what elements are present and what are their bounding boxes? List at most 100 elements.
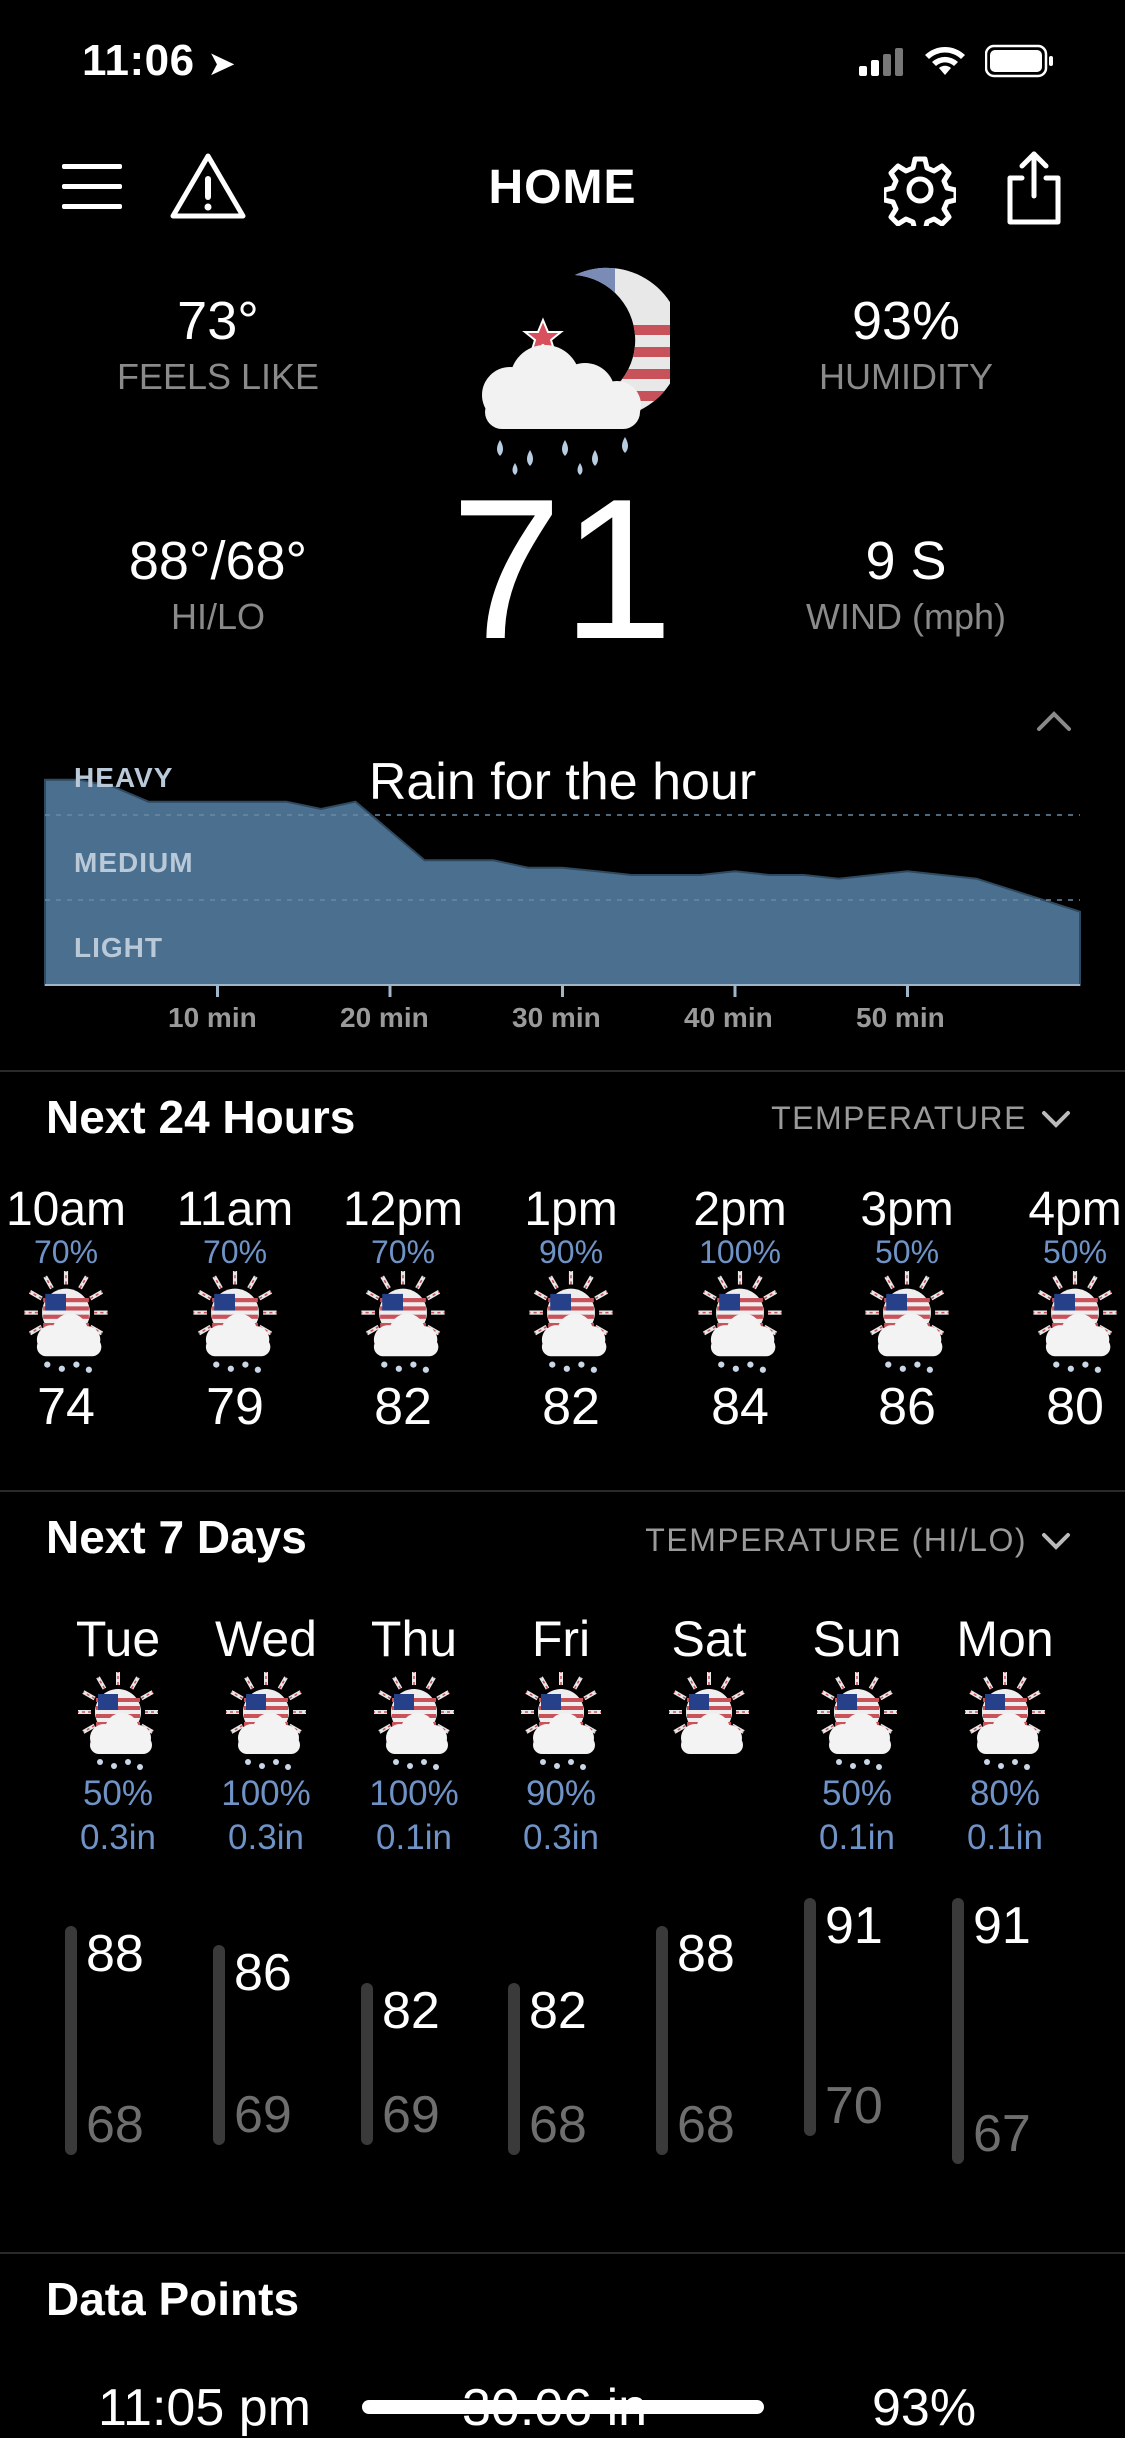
hour-icon-wrap [1023, 1271, 1125, 1375]
rain-chart: HEAVY MEDIUM LIGHT Rain for the hour 10 … [0, 740, 1125, 1040]
day-high-temp: 91 [973, 1896, 1031, 1955]
day-amount: 0.3in [523, 1818, 599, 1857]
wind-label: WIND (mph) [806, 596, 1006, 637]
day-precip: 50% [82, 1774, 154, 1813]
daily-item[interactable]: Mon 80% 0.1in [931, 1610, 1079, 1860]
hour-time: 4pm [1028, 1183, 1122, 1236]
day-icon-wrap [511, 1672, 611, 1772]
day-high-temp: 82 [529, 1981, 587, 2040]
day-precip: 90% [525, 1774, 597, 1813]
hourly-item[interactable]: 4pm 50% 80 [991, 1185, 1125, 1437]
hour-icon-wrap [855, 1271, 959, 1375]
hourly-item[interactable]: 1pm 90% 82 [487, 1185, 655, 1437]
hour-time: 1pm [524, 1183, 618, 1236]
humidity-value: 93% [851, 291, 961, 351]
temp-range-bar [952, 1897, 964, 2164]
hourly-item[interactable]: 11am 70% 79 [151, 1185, 319, 1437]
day-low-temp: 70 [825, 2076, 883, 2135]
daily-item[interactable]: Thu 100% 0.1in [340, 1610, 488, 1860]
hour-temp: 82 [542, 1378, 600, 1436]
daily-item[interactable]: Wed 100% 0.3in [192, 1610, 340, 1860]
hourly-selector-label: TEMPERATURE [771, 1100, 1027, 1136]
battery-icon [985, 44, 1053, 78]
hour-precip: 70% [202, 1234, 268, 1270]
hour-icon-wrap [14, 1271, 118, 1375]
rain-tick-40: 40 min [684, 1002, 773, 1033]
divider [0, 2252, 1125, 2254]
sun-rain-cloud-icon [361, 1271, 445, 1373]
hour-icon-wrap [519, 1271, 623, 1375]
hour-temp: 86 [878, 1378, 936, 1436]
hour-precip: 100% [699, 1234, 781, 1270]
day-name: Thu [370, 1611, 458, 1667]
day-icon-wrap [659, 1672, 759, 1772]
temp-range-bar [65, 1926, 77, 2155]
day-precip: 100% [221, 1774, 311, 1813]
share-icon[interactable] [1004, 150, 1064, 226]
wind-stat: 9 S WIND (mph) [716, 530, 1096, 638]
day-high-temp: 86 [234, 1943, 292, 2002]
hourly-metric-selector[interactable]: TEMPERATURE [771, 1100, 1071, 1137]
settings-gear-icon[interactable] [884, 154, 956, 226]
hour-precip: 90% [538, 1234, 604, 1270]
daily-item[interactable]: Tue 50% 0.3in [44, 1610, 192, 1860]
sun-rain-cloud-icon [374, 1672, 454, 1770]
hourly-item[interactable]: 10am 70% 74 [0, 1185, 150, 1437]
day-low-temp: 67 [973, 2105, 1031, 2163]
day-precip: 50% [821, 1774, 893, 1813]
day-amount: 0.1in [376, 1818, 452, 1857]
day-icon-wrap [68, 1672, 168, 1772]
hourly-item[interactable]: 12pm 70% 82 [319, 1185, 487, 1437]
sun-rain-cloud-icon [817, 1672, 897, 1770]
sun-rain-cloud-icon [24, 1271, 108, 1373]
day-low-temp: 68 [529, 2095, 587, 2154]
daily-item[interactable]: Fri 90% 0.3in [487, 1610, 635, 1860]
temp-range-bar [361, 1982, 373, 2146]
day-icon-wrap [955, 1672, 1055, 1772]
hourly-item[interactable]: 2pm 100% 84 [656, 1185, 824, 1437]
divider [0, 1070, 1125, 1072]
hilo-stat: 88°/68° HI/LO [28, 530, 408, 638]
wind-value: 9 S [865, 531, 947, 591]
moon-rain-cloud-icon [482, 267, 670, 475]
hourly-item[interactable]: 3pm 50% 86 [823, 1185, 991, 1437]
hour-time: 11am [176, 1183, 294, 1236]
hourly-section-title: Next 24 Hours [46, 1091, 356, 1143]
day-name: Sat [671, 1611, 747, 1667]
hour-temp: 82 [374, 1378, 432, 1436]
hour-precip: 70% [370, 1234, 436, 1270]
chevron-up-icon[interactable] [1036, 710, 1072, 732]
hour-precip: 70% [33, 1234, 99, 1270]
hilo-value: 88°/68° [128, 531, 308, 591]
rain-chart-title: Rain for the hour [368, 753, 757, 811]
daily-metric-selector[interactable]: TEMPERATURE (HI/LO) [645, 1522, 1071, 1559]
rain-level-medium: MEDIUM [74, 847, 194, 878]
hilo-label: HI/LO [170, 596, 266, 637]
day-precip: 80% [969, 1774, 1041, 1813]
hour-time: 2pm [693, 1183, 787, 1236]
page-title: HOME [488, 161, 637, 214]
sun-rain-cloud-icon [521, 1672, 601, 1770]
data-point-humidity: 93% [872, 2379, 977, 2437]
daily-item[interactable]: Sun 50% 0.1in [783, 1610, 931, 1860]
sun-rain-cloud-icon [78, 1672, 158, 1770]
hour-precip: 50% [874, 1234, 940, 1270]
home-indicator[interactable] [362, 2400, 764, 2414]
day-icon-wrap [364, 1672, 464, 1772]
day-high-temp: 88 [86, 1925, 144, 1983]
day-amount: 0.1in [819, 1818, 895, 1857]
day-high-temp: 82 [382, 1981, 440, 2040]
daily-section-title: Next 7 Days [46, 1511, 307, 1563]
daily-item[interactable]: Sat [635, 1610, 783, 1772]
location-arrow-icon: ➤ [207, 45, 237, 83]
hour-temp: 79 [206, 1378, 264, 1436]
temp-range-bar [508, 1982, 520, 2155]
rain-tick-50: 50 min [856, 1002, 945, 1033]
sun-rain-cloud-icon [193, 1271, 277, 1373]
temp-range-bar [656, 1926, 668, 2155]
temp-range-bar [804, 1897, 816, 2136]
hour-temp: 84 [711, 1378, 769, 1436]
sun-cloud-icon [669, 1672, 749, 1754]
sun-rain-cloud-icon [529, 1271, 613, 1373]
hour-temp: 80 [1046, 1378, 1104, 1436]
